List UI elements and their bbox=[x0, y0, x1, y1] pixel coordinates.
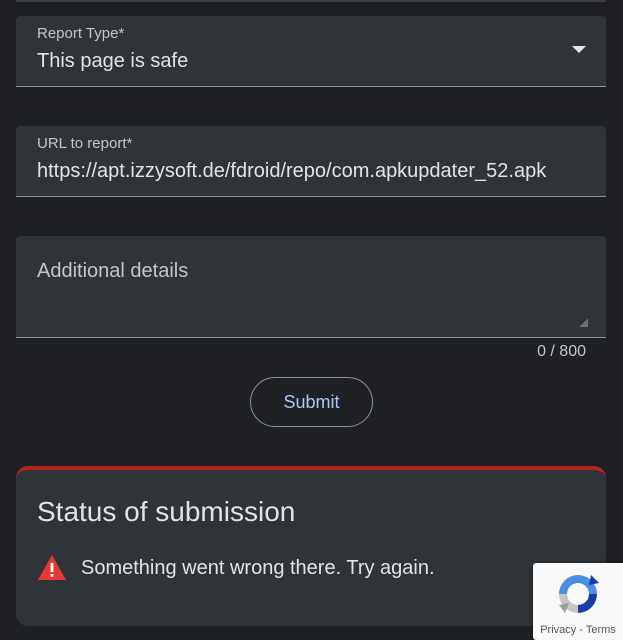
report-page: Report Type* This page is safe URL to re… bbox=[0, 0, 623, 640]
character-counter: 0 / 800 bbox=[537, 343, 586, 360]
submit-button[interactable]: Submit bbox=[250, 377, 373, 427]
report-type-label: Report Type* bbox=[37, 25, 125, 42]
status-row: Something went wrong there. Try again. bbox=[37, 554, 435, 582]
status-card: Status of submission Something went wron… bbox=[16, 466, 606, 626]
recaptcha-privacy-link[interactable]: Privacy bbox=[540, 624, 576, 636]
report-type-value: This page is safe bbox=[37, 50, 189, 72]
dropdown-arrow-icon[interactable] bbox=[572, 46, 586, 53]
status-message: Something went wrong there. Try again. bbox=[81, 556, 435, 579]
report-type-select[interactable]: Report Type* This page is safe bbox=[16, 16, 606, 87]
recaptcha-badge[interactable]: Privacy - Terms bbox=[533, 563, 623, 640]
top-divider bbox=[16, 0, 606, 2]
url-field-value: https://apt.izzysoft.de/fdroid/repo/com.… bbox=[37, 160, 547, 182]
recaptcha-logo-icon bbox=[559, 575, 599, 613]
additional-details-placeholder: Additional details bbox=[37, 260, 189, 282]
url-field-label: URL to report* bbox=[37, 135, 133, 152]
recaptcha-separator: - bbox=[576, 624, 586, 636]
url-field[interactable]: URL to report* https://apt.izzysoft.de/f… bbox=[16, 126, 606, 197]
recaptcha-terms-link[interactable]: Terms bbox=[586, 624, 616, 636]
warning-icon bbox=[38, 555, 66, 580]
status-title: Status of submission bbox=[37, 496, 296, 527]
recaptcha-links: Privacy - Terms bbox=[533, 624, 623, 636]
additional-details-textarea[interactable]: Additional details bbox=[16, 236, 606, 338]
resize-handle-icon[interactable] bbox=[579, 318, 588, 327]
